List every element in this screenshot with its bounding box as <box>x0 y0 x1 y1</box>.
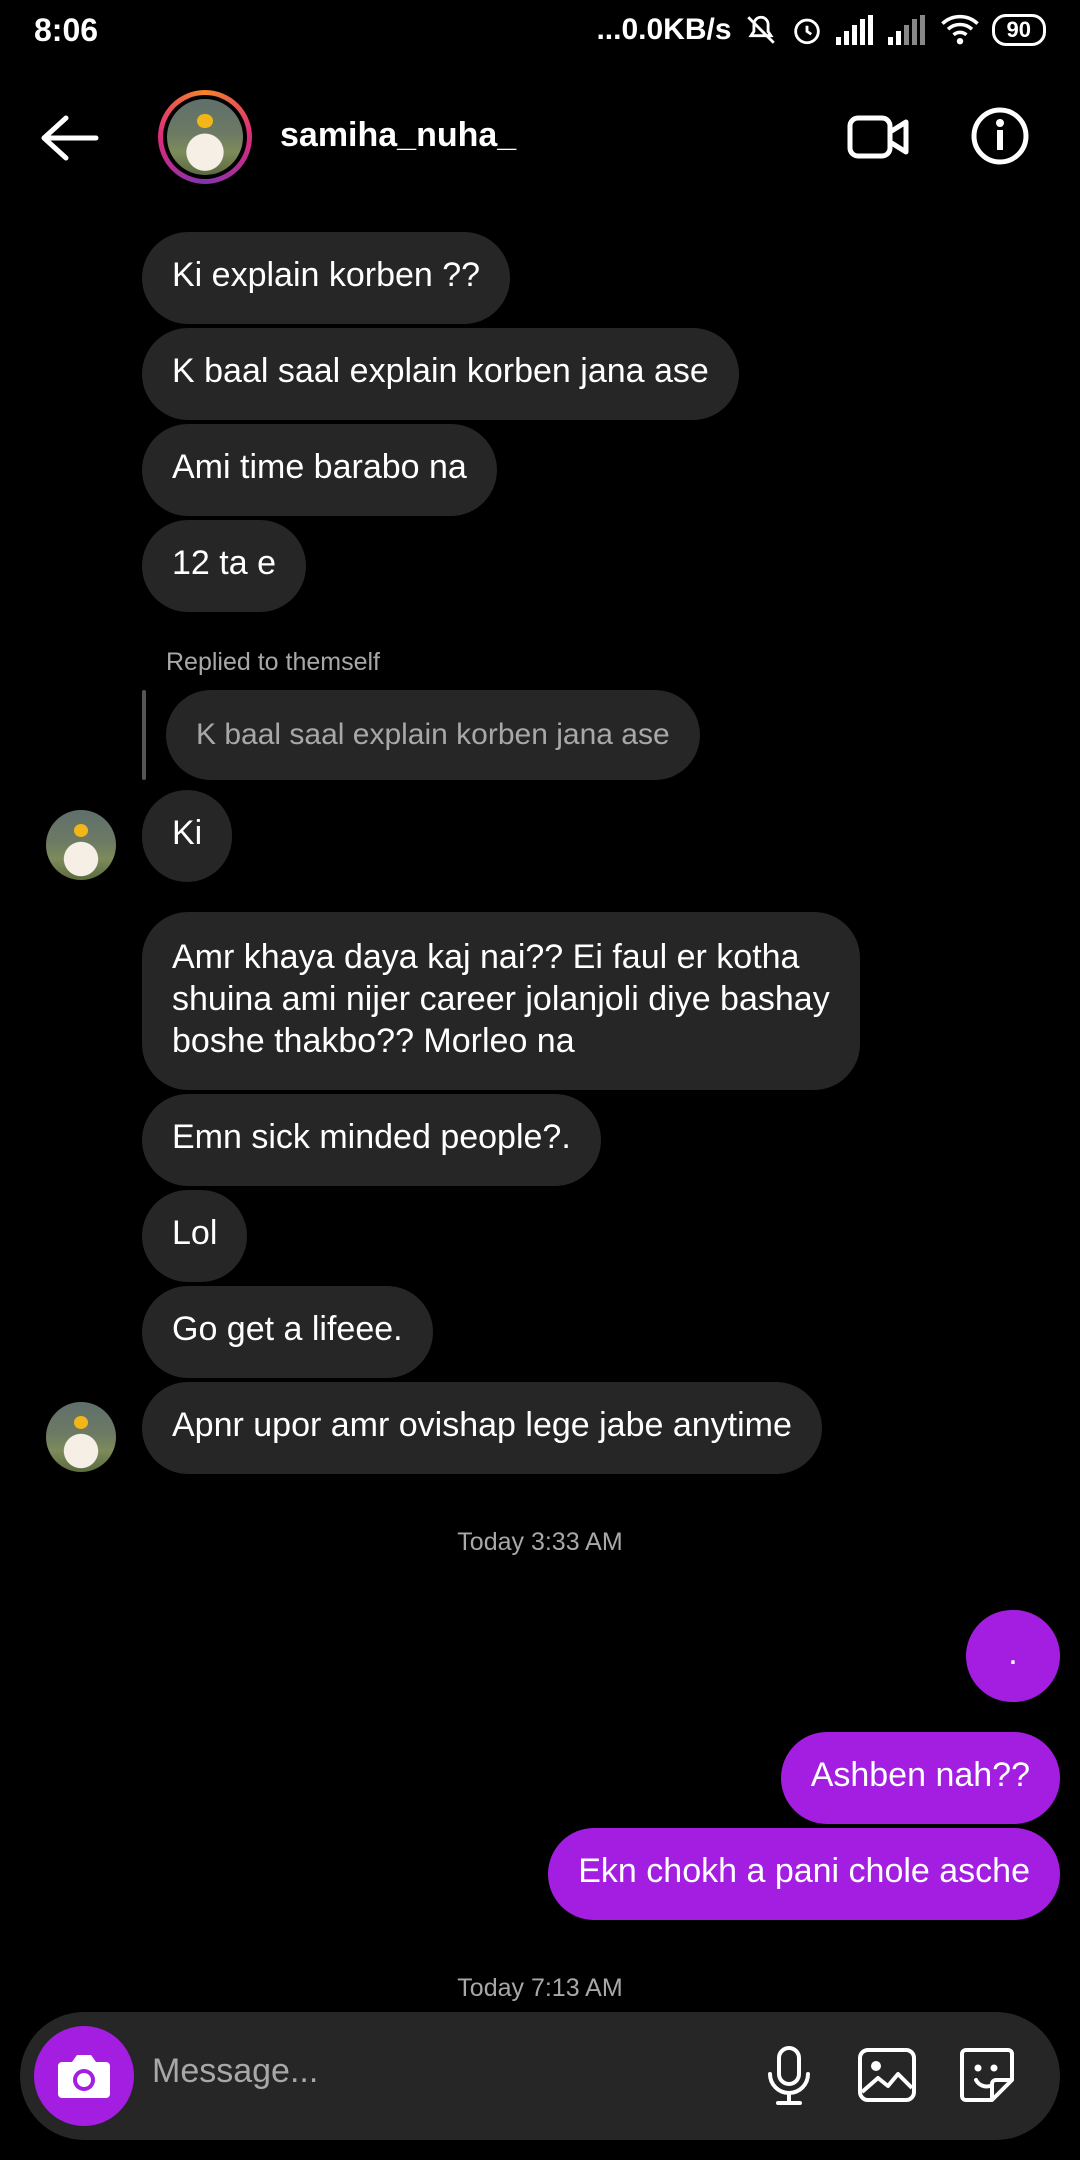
profile-avatar[interactable] <box>158 90 252 184</box>
incoming-message[interactable]: Ami time barabo na <box>142 424 497 516</box>
outgoing-message[interactable]: . <box>966 1610 1060 1702</box>
incoming-message[interactable]: Lol <box>142 1190 248 1282</box>
timestamp: Today 3:33 AM <box>457 1528 623 1556</box>
status-icons: ...0.0KB/s 90 <box>596 10 1046 50</box>
alarm-icon <box>793 18 820 45</box>
incoming-message[interactable]: Ki explain korben ?? <box>142 232 511 324</box>
mute-icon <box>746 15 775 44</box>
incoming-message-multiline[interactable]: Amr khaya daya kaj nai?? Ei faul er koth… <box>142 912 860 1090</box>
sender-avatar[interactable] <box>46 1402 116 1472</box>
message-line: shuina ami nijer career jolanjoli diye b… <box>172 980 830 1018</box>
incoming-message[interactable]: Apnr upor amr ovishap lege jabe anytime <box>142 1382 822 1474</box>
incoming-message[interactable]: Ki <box>142 790 233 882</box>
gallery-icon[interactable] <box>854 2042 920 2108</box>
incoming-message[interactable]: Go get a lifeee. <box>142 1286 433 1378</box>
reply-divider <box>142 690 146 780</box>
status-bar: 8:06 ...0.0KB/s 90 <box>0 0 1080 62</box>
sticker-icon[interactable] <box>954 2042 1020 2108</box>
message-line: boshe thakbo?? Morleo na <box>172 1022 575 1060</box>
incoming-message[interactable]: 12 ta e <box>142 520 306 612</box>
message-input[interactable]: Message... <box>152 2052 318 2091</box>
camera-icon <box>58 2055 110 2098</box>
network-speed: ...0.0KB/s <box>596 13 732 46</box>
status-time: 8:06 <box>34 12 99 48</box>
outgoing-message[interactable]: Ashben nah?? <box>780 1732 1060 1824</box>
signal-icon <box>835 15 873 45</box>
chat-header: samiha_nuha_ <box>0 86 1080 190</box>
info-icon[interactable] <box>970 106 1030 166</box>
sender-avatar[interactable] <box>46 810 116 880</box>
microphone-icon[interactable] <box>756 2042 822 2108</box>
avatar-image <box>167 99 243 175</box>
camera-button[interactable] <box>34 2026 134 2126</box>
signal-icon-2 <box>887 15 925 45</box>
reply-quote[interactable]: K baal saal explain korben jana ase <box>166 690 700 780</box>
battery-indicator: 90 <box>991 14 1046 46</box>
timestamp: Today 7:13 AM <box>457 1974 623 2002</box>
message-line: Amr khaya daya kaj nai?? Ei faul er koth… <box>172 938 800 976</box>
message-composer: Message... <box>20 2012 1060 2140</box>
video-call-icon[interactable] <box>846 108 910 166</box>
chat-username[interactable]: samiha_nuha_ <box>280 116 516 155</box>
reply-label: Replied to themself <box>166 648 381 676</box>
outgoing-message[interactable]: Ekn chokh a pani chole asche <box>548 1828 1060 1920</box>
incoming-message[interactable]: Emn sick minded people?. <box>142 1094 601 1186</box>
back-arrow-icon[interactable] <box>36 110 100 166</box>
incoming-message[interactable]: K baal saal explain korben jana ase <box>142 328 739 420</box>
wifi-icon <box>940 14 979 45</box>
